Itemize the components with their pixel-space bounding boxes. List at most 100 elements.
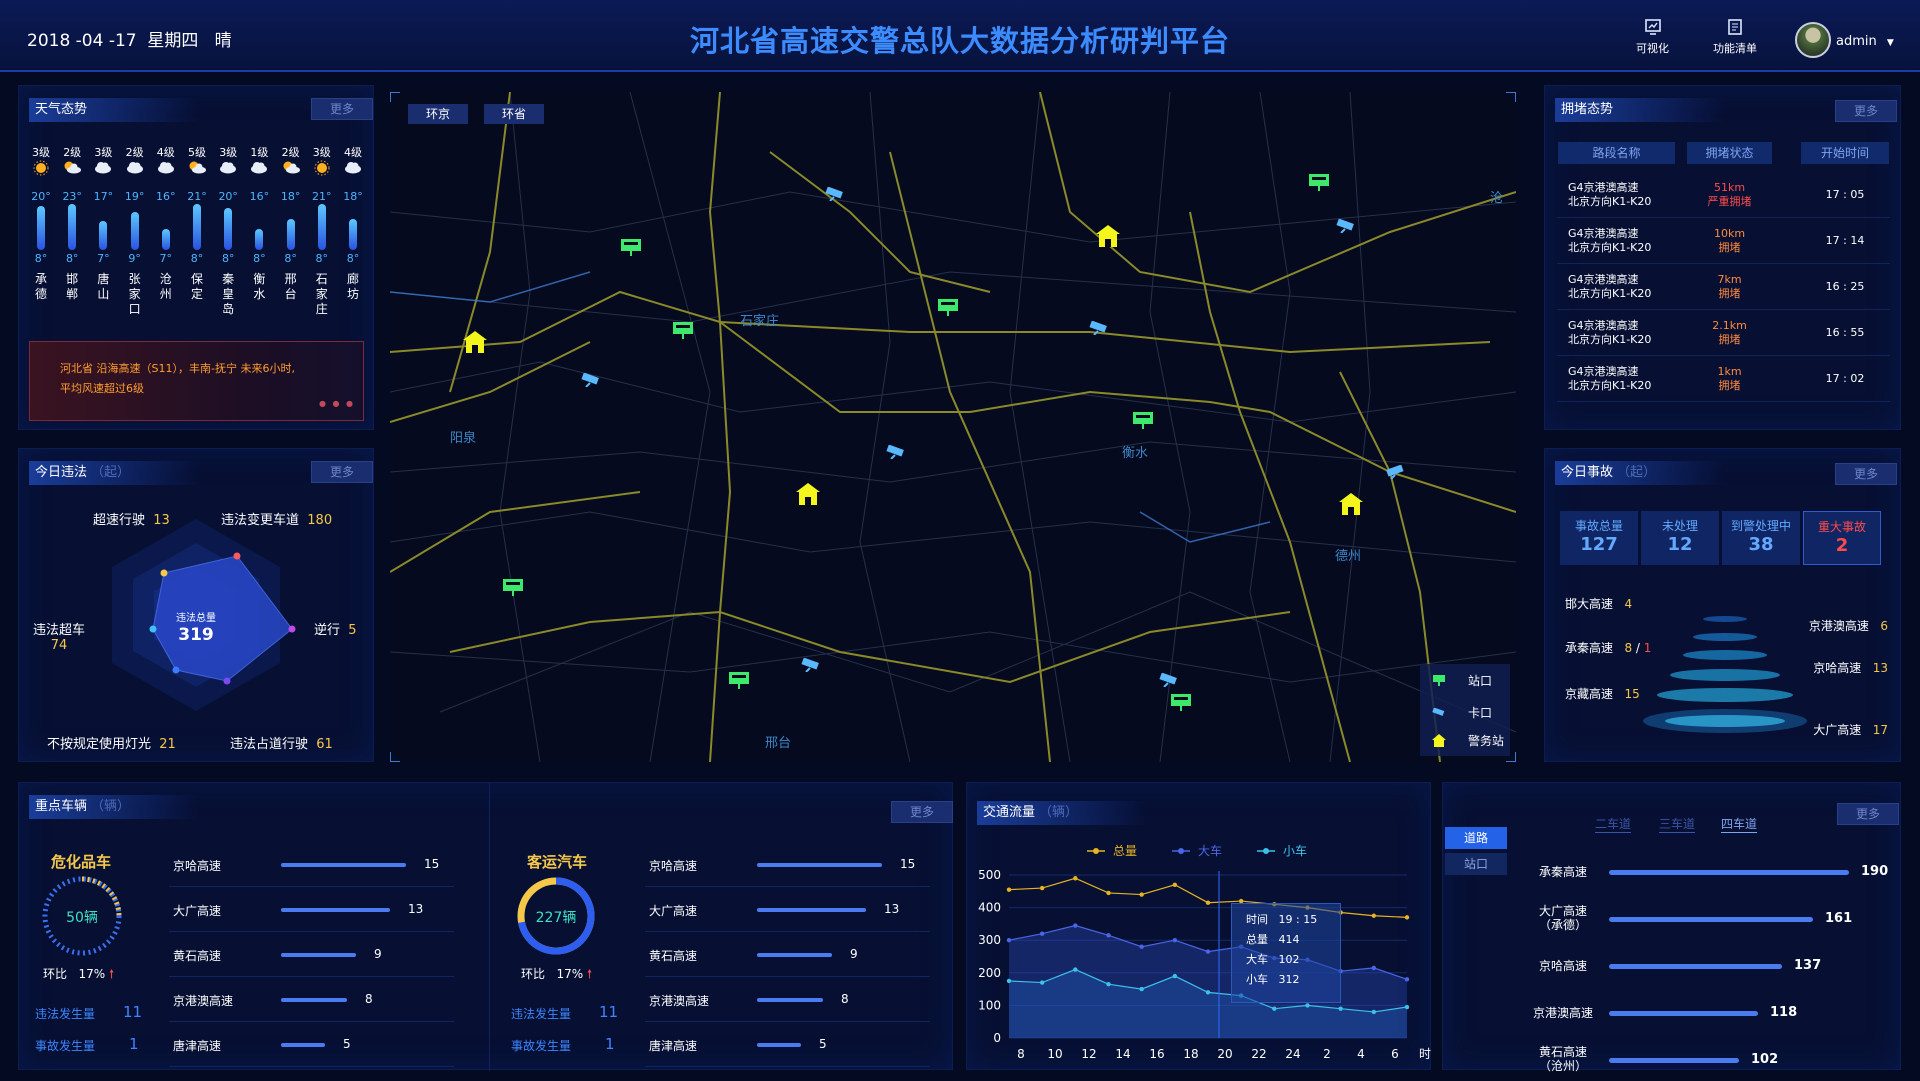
data-point[interactable] xyxy=(1039,980,1045,985)
data-point[interactable] xyxy=(1039,931,1045,936)
tab-station[interactable]: 站口 xyxy=(1445,853,1507,875)
station-marker[interactable] xyxy=(937,297,959,321)
data-point[interactable] xyxy=(1073,923,1078,928)
station-marker[interactable] xyxy=(502,577,524,601)
data-point[interactable] xyxy=(1404,915,1410,920)
traffic-chart[interactable]: 01002003004005008 10 12 14 16 18 20 22 24 2 4 6 时总量大… xyxy=(967,783,1432,1071)
congestion-time: 16 : 55 xyxy=(1825,326,1865,339)
congestion-row[interactable]: G4京港澳高速 北京方向K1-K20 7km 拥堵 16 : 25 xyxy=(1557,264,1890,310)
temp-high: 18° xyxy=(280,190,301,203)
violations-panel: 今日违法 （起） 更多 违法总量 319 超速行驶 13 违法变更车道 180 逆… xyxy=(18,448,374,762)
data-point[interactable] xyxy=(1404,977,1410,982)
congestion-row[interactable]: G4京港澳高速 北京方向K1-K20 1km 拥堵 17 : 02 xyxy=(1557,356,1890,402)
checkpoint-marker[interactable] xyxy=(1335,218,1359,237)
data-point[interactable] xyxy=(1006,887,1012,892)
data-point[interactable] xyxy=(1371,1009,1377,1015)
checkpoint-marker[interactable] xyxy=(1088,320,1112,339)
passenger-viol-label[interactable]: 违法发生量 xyxy=(511,1005,571,1022)
police-station-marker[interactable] xyxy=(1095,224,1121,252)
data-point[interactable] xyxy=(1073,876,1078,881)
stat-total[interactable]: 事故总量 127 xyxy=(1560,511,1638,565)
y-tick-label: 400 xyxy=(978,901,1001,915)
data-point[interactable] xyxy=(1371,965,1377,971)
avatar[interactable] xyxy=(1795,22,1831,58)
congestion-row[interactable]: G4京港澳高速 北京方向K1-K20 10km 拥堵 17 : 14 xyxy=(1557,218,1890,264)
wind-level: 4级 xyxy=(156,146,175,159)
data-point[interactable] xyxy=(1073,967,1078,972)
passenger-ratio: 环比 17% 🠕 xyxy=(521,967,593,981)
checkpoint-marker[interactable] xyxy=(885,444,909,463)
tab-four-lane[interactable]: 四车道 xyxy=(1721,815,1758,833)
congestion-row[interactable]: G4京港澳高速 北京方向K1-K20 51km 严重拥堵 17 : 05 xyxy=(1557,172,1890,218)
station-marker[interactable] xyxy=(1132,410,1154,434)
checkpoint-marker[interactable] xyxy=(1385,464,1409,483)
stat-in-progress[interactable]: 到警处理中 38 xyxy=(1722,511,1800,565)
data-point[interactable] xyxy=(1272,1006,1277,1011)
checkpoint-marker[interactable] xyxy=(580,372,604,391)
station-marker[interactable] xyxy=(620,237,642,261)
y-tick-label: 300 xyxy=(978,933,1001,947)
data-point[interactable] xyxy=(1205,900,1211,905)
user-menu[interactable]: admin ▼ xyxy=(1836,34,1894,49)
data-point[interactable] xyxy=(1139,986,1144,992)
station-marker[interactable] xyxy=(672,320,694,344)
stat-unhandled[interactable]: 未处理 12 xyxy=(1641,511,1719,565)
data-point[interactable] xyxy=(1006,978,1012,984)
key-vehicles-more-button[interactable]: 更多 xyxy=(891,801,953,823)
data-point[interactable] xyxy=(1172,882,1178,887)
data-point[interactable] xyxy=(1106,933,1111,938)
stat-major[interactable]: 重大事故 2 xyxy=(1803,511,1881,565)
police-station-marker[interactable] xyxy=(1338,492,1364,520)
camera-icon xyxy=(1432,707,1445,716)
x-tick-label: 22 xyxy=(1251,1047,1266,1061)
passenger-acc-label[interactable]: 事故发生量 xyxy=(511,1037,571,1054)
hazmat-viol-label[interactable]: 违法发生量 xyxy=(35,1005,95,1022)
data-point[interactable] xyxy=(1139,944,1144,949)
data-point[interactable] xyxy=(1305,1003,1310,1008)
congestion-time: 17 : 02 xyxy=(1825,372,1865,385)
lane-more-button[interactable]: 更多 xyxy=(1837,803,1899,825)
checkpoint-marker[interactable] xyxy=(824,186,848,205)
map-view[interactable]: 环京 环省 石家庄 阳泉 衡水 德州 邢台 沧 站口 卡口 警务站 xyxy=(390,92,1516,762)
station-marker[interactable] xyxy=(1170,692,1192,716)
tab-road[interactable]: 道路 xyxy=(1445,827,1507,849)
data-point[interactable] xyxy=(1106,890,1111,896)
data-point[interactable] xyxy=(1106,982,1111,987)
data-point[interactable] xyxy=(1404,1004,1410,1010)
data-point[interactable] xyxy=(1006,938,1012,943)
accident-road-handa: 邯大高速 4 xyxy=(1565,597,1633,611)
congestion-row[interactable]: G4京港澳高速 北京方向K1-K20 2.1km 拥堵 16 : 55 xyxy=(1557,310,1890,356)
carousel-dots[interactable]: ● ● ● xyxy=(319,394,355,414)
data-point[interactable] xyxy=(1172,973,1178,979)
checkpoint-marker[interactable] xyxy=(1158,672,1182,691)
data-point[interactable] xyxy=(1205,949,1211,954)
tab-two-lane[interactable]: 二车道 xyxy=(1595,815,1632,833)
hazmat-acc-label[interactable]: 事故发生量 xyxy=(35,1037,95,1054)
road-row: 京哈高速 15 xyxy=(645,843,930,887)
data-point[interactable] xyxy=(1172,938,1178,943)
map-tab-huansheng[interactable]: 环省 xyxy=(484,104,544,124)
checkpoint-marker[interactable] xyxy=(800,657,824,676)
data-point[interactable] xyxy=(1371,913,1377,918)
temp-high: 21° xyxy=(312,190,332,203)
weather-city-column: 4级 16° 7° 沧州 xyxy=(152,144,180,302)
station-marker[interactable] xyxy=(728,670,750,694)
nav-visual-button[interactable]: 可视化 xyxy=(1625,18,1680,56)
sun-icon xyxy=(308,160,336,180)
accidents-more-button[interactable]: 更多 xyxy=(1835,463,1897,485)
data-point[interactable] xyxy=(1139,892,1144,897)
weather-more-button[interactable]: 更多 xyxy=(311,98,373,120)
congestion-more-button[interactable]: 更多 xyxy=(1835,100,1897,122)
road-name: G4京港澳高速 xyxy=(1568,181,1639,194)
nav-functions-button[interactable]: 功能清单 xyxy=(1705,18,1765,56)
road-row: 京港澳高速 8 xyxy=(645,978,930,1022)
police-station-marker[interactable] xyxy=(795,482,821,510)
data-point[interactable] xyxy=(1039,885,1045,891)
data-point[interactable] xyxy=(1205,990,1211,995)
station-marker[interactable] xyxy=(1308,172,1330,196)
map-tab-huanjing[interactable]: 环京 xyxy=(408,104,468,124)
police-station-marker[interactable] xyxy=(462,330,488,358)
tab-three-lane[interactable]: 三车道 xyxy=(1659,815,1696,833)
y-tick-label: 200 xyxy=(978,966,1001,980)
data-point[interactable] xyxy=(1338,1006,1343,1011)
